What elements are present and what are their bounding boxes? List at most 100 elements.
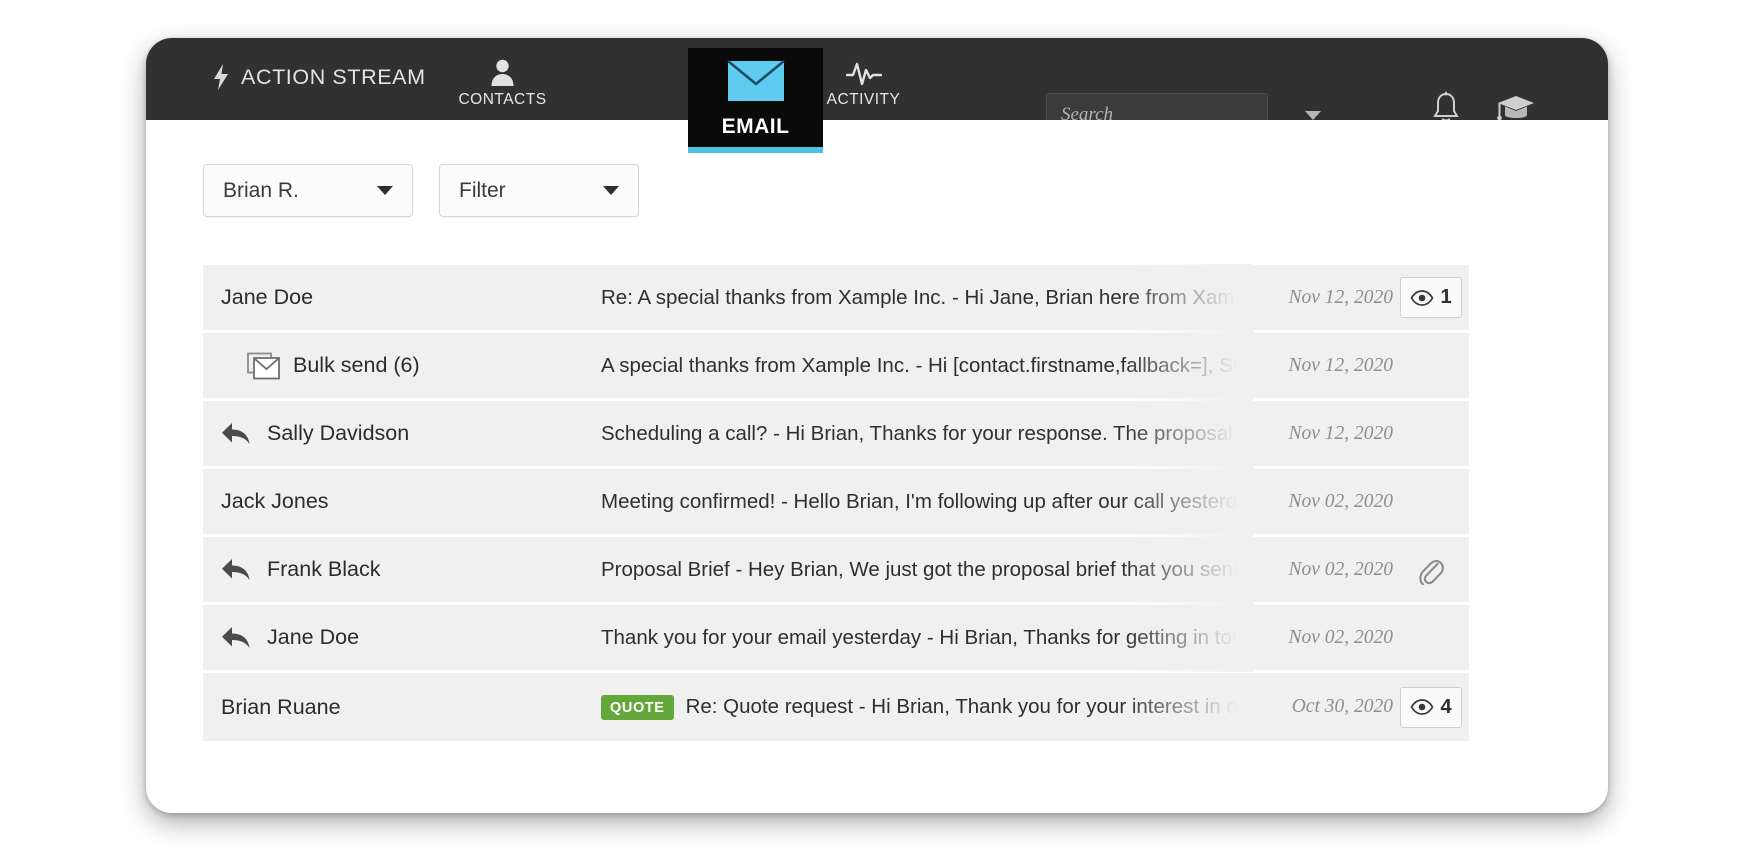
email-date-cell: Nov 02, 2020	[1253, 604, 1393, 672]
email-row[interactable]: Sally Davidson Scheduling a call? - Hi Br…	[203, 399, 1469, 469]
reply-arrow-icon	[221, 421, 255, 447]
email-sender-name: Bulk send (6)	[293, 353, 420, 377]
email-date: Nov 12, 2020	[1288, 354, 1393, 376]
email-date: Nov 12, 2020	[1288, 286, 1393, 308]
email-preview-text: Re: Quote request - Hi Brian, Thank you …	[685, 695, 1253, 718]
email-list: Jane Doe Re: A special thanks from Xample…	[203, 263, 1469, 741]
graduation-cap-icon[interactable]	[1496, 91, 1536, 120]
email-date: Nov 02, 2020	[1288, 626, 1393, 648]
open-count-value: 4	[1440, 695, 1452, 718]
tab-activity[interactable]: ACTIVITY	[807, 38, 920, 120]
open-count-badge[interactable]: 4	[1400, 686, 1462, 728]
email-sender-cell: Jack Jones	[203, 468, 601, 536]
nav-tabs: CONTACTS PIPELINE	[446, 38, 920, 120]
email-meta-cell	[1393, 604, 1469, 672]
envelope-icon	[726, 59, 785, 107]
paperclip-icon[interactable]	[1418, 555, 1444, 585]
email-sender-cell: Brian Ruane	[203, 673, 601, 741]
open-count-value: 1	[1440, 286, 1452, 308]
topbar-actions	[1430, 91, 1536, 120]
email-sender-name: Jack Jones	[221, 489, 329, 513]
email-row[interactable]: Jane Doe Thank you for your email yesterd…	[203, 603, 1469, 673]
email-preview-text: Thank you for your email yesterday - Hi …	[601, 625, 1253, 649]
email-preview-cell: Proposal Brief - Hey Brian, We just got …	[601, 535, 1253, 604]
tab-label-contacts: CONTACTS	[458, 91, 547, 108]
tab-contacts[interactable]: CONTACTS	[446, 38, 559, 120]
tab-label-activity: ACTIVITY	[826, 91, 901, 108]
email-date-cell: Nov 12, 2020	[1253, 400, 1393, 468]
email-meta-cell	[1393, 400, 1469, 468]
email-preview-cell: Meeting confirmed! - Hello Brian, I'm fo…	[601, 467, 1253, 536]
email-sender-cell: Bulk send (6)	[203, 332, 601, 400]
email-date: Nov 02, 2020	[1288, 558, 1393, 580]
tab-label-email: EMAIL	[721, 115, 790, 138]
email-sender-name: Frank Black	[267, 557, 381, 581]
email-meta-cell: 1	[1393, 264, 1469, 332]
email-preview-text: Meeting confirmed! - Hello Brian, I'm fo…	[601, 489, 1253, 513]
email-date-cell: Nov 02, 2020	[1253, 536, 1393, 604]
reply-arrow-icon	[221, 625, 255, 651]
email-meta-cell	[1393, 536, 1469, 604]
email-date: Oct 30, 2020	[1291, 696, 1393, 717]
filter-dropdown-label: Filter	[459, 178, 506, 202]
email-sender-name: Brian Ruane	[221, 694, 341, 719]
email-date-cell: Nov 12, 2020	[1253, 264, 1393, 332]
email-meta-cell	[1393, 332, 1469, 400]
tab-email[interactable]: EMAIL	[688, 48, 823, 153]
email-preview-cell: Scheduling a call? - Hi Brian, Thanks fo…	[601, 399, 1253, 468]
email-preview-text: Proposal Brief - Hey Brian, We just got …	[601, 557, 1253, 581]
filter-controls: Brian R. Filter	[203, 164, 639, 217]
email-row[interactable]: Jane Doe Re: A special thanks from Xample…	[203, 263, 1469, 333]
reply-arrow-icon	[221, 557, 255, 583]
email-date: Nov 12, 2020	[1288, 422, 1393, 444]
email-date-cell: Oct 30, 2020	[1253, 673, 1393, 741]
email-preview-text: Re: A special thanks from Xample Inc. - …	[601, 285, 1253, 309]
email-preview-text: A special thanks from Xample Inc. - Hi […	[601, 353, 1253, 377]
email-meta-cell	[1393, 468, 1469, 536]
search-box[interactable]	[1046, 93, 1321, 120]
tab-email-placeholder	[559, 38, 694, 120]
brand-logo[interactable]: ACTION STREAM	[213, 64, 426, 90]
email-row[interactable]: Jack Jones Meeting confirmed! - Hello Bri…	[203, 467, 1469, 537]
email-preview-text: Scheduling a call? - Hi Brian, Thanks fo…	[601, 421, 1253, 445]
screen-root: ACTION STREAM CONTACTS ACTIVITY Search E…	[0, 0, 1754, 851]
content-area: Brian R. Filter Jane Doe Re: A special th…	[146, 120, 1608, 813]
email-row[interactable]: Frank Black Proposal Brief - Hey Brian, W…	[203, 535, 1469, 605]
bulk-envelope-icon	[247, 351, 281, 381]
search-dropdown-caret-down-icon[interactable]	[1304, 94, 1322, 120]
email-row[interactable]: Bulk send (6) A special thanks from Xampl…	[203, 331, 1469, 401]
email-preview-cell: QUOTE Re: Quote request - Hi Brian, Thank…	[601, 673, 1253, 741]
lightning-bolt-icon	[213, 64, 229, 90]
person-icon	[490, 56, 515, 86]
email-preview-cell: A special thanks from Xample Inc. - Hi […	[601, 331, 1253, 400]
email-sender-cell: Sally Davidson	[203, 400, 601, 468]
email-date-cell: Nov 02, 2020	[1253, 468, 1393, 536]
open-count-badge[interactable]: 1	[1400, 277, 1462, 318]
email-sender-cell: Jane Doe	[203, 264, 601, 332]
chevron-down-icon	[603, 186, 619, 195]
top-navigation-bar: ACTION STREAM CONTACTS ACTIVITY Search	[146, 38, 1608, 120]
email-sender-name: Jane Doe	[221, 285, 314, 309]
email-sender-name: Sally Davidson	[267, 421, 410, 445]
email-date: Nov 02, 2020	[1288, 490, 1393, 512]
email-meta-cell: 4	[1393, 673, 1469, 741]
brand-title: ACTION STREAM	[241, 64, 426, 89]
quote-badge: QUOTE	[601, 694, 674, 720]
person-filter-label: Brian R.	[223, 178, 299, 202]
search-input[interactable]	[1047, 94, 1304, 120]
email-sender-cell: Frank Black	[203, 536, 601, 604]
chevron-down-icon	[377, 186, 393, 195]
eye-icon	[1410, 289, 1434, 306]
eye-icon	[1410, 699, 1434, 715]
pulse-icon	[845, 56, 882, 86]
person-filter-dropdown[interactable]: Brian R.	[203, 164, 413, 217]
app-window: ACTION STREAM CONTACTS ACTIVITY Search E…	[146, 38, 1608, 813]
filter-dropdown[interactable]: Filter	[439, 164, 639, 217]
email-preview-cell: Thank you for your email yesterday - Hi …	[601, 603, 1253, 672]
email-sender-cell: Jane Doe	[203, 604, 601, 672]
email-row[interactable]: Brian Ruane QUOTE Re: Quote request - Hi B…	[203, 673, 1469, 741]
email-date-cell: Nov 12, 2020	[1253, 332, 1393, 400]
email-preview-cell: Re: A special thanks from Xample Inc. - …	[601, 263, 1253, 332]
email-sender-name: Jane Doe	[267, 625, 360, 649]
notifications-bell-icon[interactable]	[1430, 91, 1462, 120]
